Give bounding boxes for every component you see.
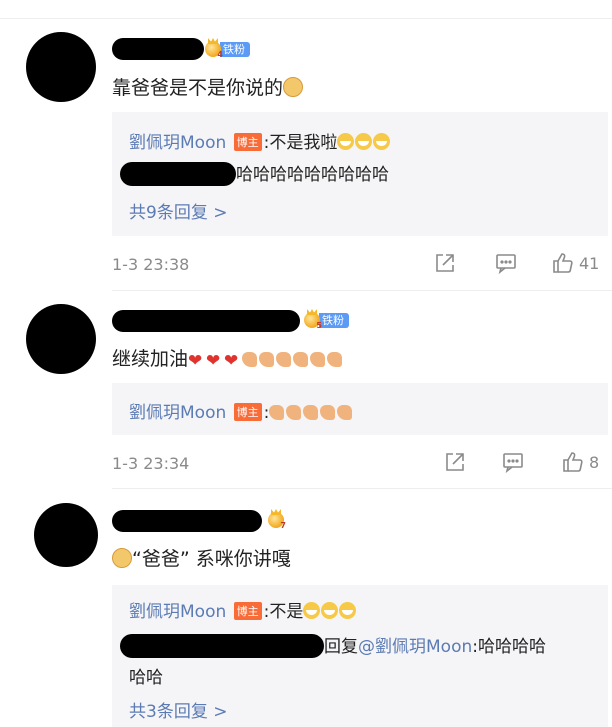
reply-box: 劉佩玥Moon 博主:不是 回复@劉佩玥Moon:哈哈哈哈 哈哈 共3条回复 > (112, 585, 608, 727)
like-icon (563, 452, 583, 472)
comment-icon (503, 453, 523, 473)
laugh-emoji-icon (337, 133, 355, 150)
fan-badge[interactable]: 4 铁粉 (205, 39, 250, 59)
share-icon (446, 453, 464, 471)
reply-line: 劉佩玥Moon 博主:不是 (129, 597, 357, 622)
timestamp: 1-3 23:34 (112, 454, 190, 473)
fan-badge[interactable]: 7 (268, 510, 286, 530)
laugh-emoji-icon (373, 133, 391, 150)
more-replies-link[interactable]: 共9条回复 > (129, 198, 227, 223)
share-icon (436, 254, 454, 272)
muscle-emoji-icon (276, 352, 292, 367)
laugh-emoji-icon (321, 602, 339, 619)
comment-text-body: 靠爸爸是不是你说的 (112, 77, 284, 99)
muscle-emoji-icon (310, 352, 326, 367)
host-tag: 博主 (233, 602, 262, 620)
avatar[interactable] (26, 304, 96, 374)
muscle-emoji-icon (269, 405, 285, 420)
reply-author[interactable]: 劉佩玥Moon (129, 403, 226, 423)
comment-button[interactable] (502, 451, 524, 473)
muscle-emoji-icon (337, 405, 353, 420)
reply-text: 哈哈哈哈哈哈哈哈哈 (236, 165, 389, 185)
comment-text-body: 继续加油 (112, 348, 189, 370)
comment-text-body: “爸爸” 系咪你讲嘎 (132, 548, 291, 570)
laugh-emoji-icon (355, 133, 373, 150)
muscle-emoji-icon (327, 352, 343, 367)
reply-text: :不是 (263, 602, 304, 622)
reply-text: :不是我啦 (263, 133, 338, 153)
crown-icon: 4 (205, 41, 223, 59)
muscle-emoji-icon (242, 352, 258, 367)
comment-icon (496, 254, 516, 274)
timestamp: 1-3 23:38 (112, 255, 190, 274)
reply-line: 劉佩玥Moon 博主: (129, 398, 354, 423)
crown-icon: 7 (268, 512, 286, 530)
muscle-emoji-icon (286, 405, 302, 420)
reply-author[interactable]: 劉佩玥Moon (129, 133, 226, 153)
reply-line-continued: 哈哈 (129, 668, 163, 688)
like-button[interactable]: 8 (561, 450, 599, 474)
like-button[interactable]: 41 (551, 251, 599, 275)
reply-line: 哈哈哈哈哈哈哈哈哈 (120, 160, 389, 186)
reply-box: 劉佩玥Moon 博主:不是我啦 哈哈哈哈哈哈哈哈哈 共9条回复 > (112, 112, 608, 236)
redacted-username[interactable] (112, 310, 300, 332)
host-tag: 博主 (233, 403, 262, 421)
laugh-emoji-icon (339, 602, 357, 619)
muscle-emoji-icon (259, 352, 275, 367)
doge-emoji-icon (283, 77, 304, 97)
reply-author[interactable]: 劉佩玥Moon (129, 602, 226, 622)
avatar[interactable] (34, 503, 98, 567)
more-replies-link[interactable]: 共3条回复 > (129, 697, 227, 722)
redacted-username[interactable] (112, 510, 262, 532)
host-tag: 博主 (233, 133, 262, 151)
heart-emoji-icon: ❤ (224, 351, 239, 371)
heart-emoji-icon: ❤ (188, 351, 203, 371)
redacted-username[interactable] (120, 162, 236, 186)
comment-text: “爸爸” 系咪你讲嘎 (112, 544, 291, 571)
crown-icon: 5 (304, 312, 322, 330)
avatar[interactable] (26, 32, 96, 102)
laugh-emoji-icon (303, 602, 321, 619)
fan-badge[interactable]: 5 铁粉 (304, 310, 349, 330)
comment-divider (112, 290, 612, 291)
share-button[interactable] (434, 252, 456, 274)
doge-emoji-icon (112, 548, 132, 568)
reply-prefix: 回复 (324, 637, 358, 657)
like-icon (553, 253, 573, 273)
comment-text: 继续加油❤ ❤ ❤ (112, 344, 344, 371)
muscle-emoji-icon (320, 405, 336, 420)
top-divider (0, 18, 612, 19)
muscle-emoji-icon (303, 405, 319, 420)
comment-button[interactable] (495, 252, 517, 274)
fan-badge-label: 铁粉 (319, 312, 349, 328)
redacted-username[interactable] (120, 634, 324, 658)
muscle-emoji-icon (293, 352, 309, 367)
share-button[interactable] (444, 451, 466, 473)
redacted-username[interactable] (112, 38, 204, 60)
comment-divider (112, 488, 612, 489)
heart-emoji-icon: ❤ (206, 351, 221, 371)
reply-line: 劉佩玥Moon 博主:不是我啦 (129, 128, 391, 153)
reply-box: 劉佩玥Moon 博主: (112, 383, 608, 435)
comment-text: 靠爸爸是不是你说的 (112, 73, 304, 100)
like-count: 8 (589, 452, 600, 472)
reply-mention[interactable]: @劉佩玥Moon (358, 637, 472, 657)
like-count: 41 (579, 253, 600, 273)
reply-text: :哈哈哈哈 (472, 637, 546, 657)
reply-line: 回复@劉佩玥Moon:哈哈哈哈 (120, 632, 546, 658)
fan-badge-label: 铁粉 (220, 41, 250, 57)
